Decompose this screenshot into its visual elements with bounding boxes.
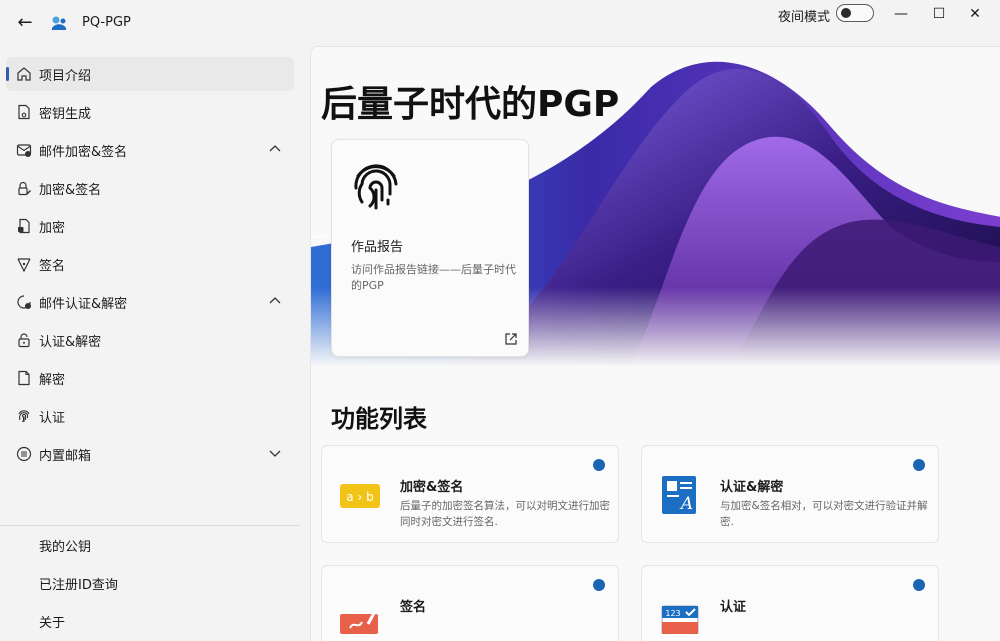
sidebar-item-label: 内置邮箱	[39, 449, 92, 464]
sidebar-item-mailbox[interactable]: 内置邮箱	[6, 437, 294, 471]
sidebar-item-label: 密钥生成	[39, 107, 92, 122]
sidebar-divider	[0, 525, 300, 526]
chevron-up-icon[interactable]	[268, 294, 282, 308]
sidebar-item-label: 认证	[39, 411, 66, 426]
sidebar-item-sign[interactable]: 签名	[6, 247, 294, 281]
back-arrow-icon[interactable]: ←	[14, 12, 36, 34]
pen-nib-icon	[17, 258, 31, 272]
sidebar-item-label: 加密&签名	[39, 183, 102, 198]
sidebar-item-label: 已注册ID查询	[39, 578, 118, 593]
signature-icon	[340, 605, 380, 634]
title-bar: ← PQ-PGP 夜间模式 — ☐ ✕	[0, 0, 1000, 46]
close-button[interactable]: ✕	[952, 0, 998, 28]
status-dot	[913, 459, 925, 471]
page-title: 后量子时代的PGP	[321, 84, 620, 125]
main-content: 后量子时代的PGP 作品报告 访问作品报告链接——后量子时代的PGP 功能列表 …	[310, 46, 1000, 641]
report-card-description: 访问作品报告链接——后量子时代的PGP	[351, 263, 516, 292]
sidebar-item-decrypt[interactable]: 解密	[6, 361, 294, 395]
sidebar-item-encrypt-sign[interactable]: 加密&签名	[6, 171, 294, 205]
sidebar-item-label: 我的公钥	[39, 540, 92, 555]
sidebar-item-label: 认证&解密	[39, 335, 102, 350]
feature-card-sign[interactable]: 签名	[321, 565, 619, 641]
mail-check-icon	[17, 295, 31, 309]
sidebar-item-my-public-key[interactable]: 我的公钥	[6, 528, 294, 562]
feature-title: 认证	[720, 600, 747, 615]
icon-text: 123	[665, 609, 680, 618]
sidebar-item-label: 解密	[39, 373, 66, 388]
sidebar-item-label: 项目介绍	[39, 69, 92, 84]
sidebar-item-label: 签名	[39, 259, 66, 274]
sidebar-item-registered-id-query[interactable]: 已注册ID查询	[6, 566, 294, 600]
feature-card-verify[interactable]: 123 认证	[641, 565, 939, 641]
icon-text: a › b	[346, 490, 373, 504]
home-icon	[17, 67, 31, 81]
open-external-icon[interactable]	[504, 332, 518, 346]
feature-description: 后量子的加密签名算法，可以对明文进行加密同时对密文进行签名.	[400, 500, 610, 528]
sidebar-item-label: 邮件加密&签名	[39, 145, 128, 160]
lock-pen-icon	[18, 181, 31, 196]
lock-document-icon	[18, 218, 30, 234]
toggle-knob	[841, 8, 851, 18]
sidebar-item-mail-verify-decrypt[interactable]: 邮件认证&解密	[6, 285, 294, 319]
list-circle-icon	[16, 446, 32, 462]
feature-description: 与加密&签名相对，可以对密文进行验证并解密.	[720, 500, 928, 528]
feature-title: 认证&解密	[720, 480, 784, 495]
feature-title: 加密&签名	[400, 480, 464, 495]
feature-card-verify-decrypt[interactable]: A 认证&解密 与加密&签名相对，可以对密文进行验证并解密.	[641, 445, 939, 543]
status-dot	[593, 459, 605, 471]
hero-banner: 后量子时代的PGP 作品报告 访问作品报告链接——后量子时代的PGP	[311, 47, 1000, 367]
sidebar-item-mail-encrypt-sign[interactable]: 邮件加密&签名	[6, 133, 294, 167]
night-mode-label: 夜间模式	[778, 10, 831, 25]
sidebar-item-verify-decrypt[interactable]: 认证&解密	[6, 323, 294, 357]
key-document-icon	[18, 104, 30, 120]
feature-card-encrypt-sign[interactable]: a › b 加密&签名 后量子的加密签名算法，可以对明文进行加密同时对密文进行签…	[321, 445, 619, 543]
app-title: PQ-PGP	[82, 15, 131, 30]
status-dot	[593, 579, 605, 591]
app-logo-icon	[52, 16, 66, 30]
sidebar-item-label: 邮件认证&解密	[39, 297, 128, 312]
chevron-down-icon[interactable]	[268, 446, 282, 460]
chevron-up-icon[interactable]	[268, 142, 282, 156]
a-to-b-icon: a › b	[340, 484, 380, 508]
status-dot	[913, 579, 925, 591]
svg-text:A: A	[679, 494, 693, 514]
sidebar-item-label: 加密	[39, 221, 66, 236]
sidebar-item-verify[interactable]: 认证	[6, 399, 294, 433]
feature-title: 签名	[400, 600, 427, 615]
sidebar: 项目介绍 密钥生成 邮件加密&签名 加密&签名 加密 签名 邮件认证&解密 认证…	[0, 46, 300, 640]
document-icon	[18, 370, 30, 386]
sidebar-item-encrypt[interactable]: 加密	[6, 209, 294, 243]
report-card[interactable]: 作品报告 访问作品报告链接——后量子时代的PGP	[331, 139, 529, 357]
mail-lock-icon	[16, 144, 32, 157]
sidebar-item-about[interactable]: 关于	[6, 604, 294, 638]
section-title: 功能列表	[331, 405, 427, 433]
sidebar-item-intro[interactable]: 项目介绍	[6, 57, 294, 91]
document-a-icon: A	[662, 476, 696, 514]
sidebar-item-label: 关于	[39, 616, 66, 631]
checklist-icon: 123	[661, 605, 699, 634]
fingerprint-icon	[18, 410, 30, 423]
fingerprint-icon	[354, 164, 398, 210]
unlock-icon	[18, 333, 30, 348]
report-card-title: 作品报告	[351, 240, 404, 255]
sidebar-item-keygen[interactable]: 密钥生成	[6, 95, 294, 129]
night-mode-toggle[interactable]	[836, 4, 874, 22]
